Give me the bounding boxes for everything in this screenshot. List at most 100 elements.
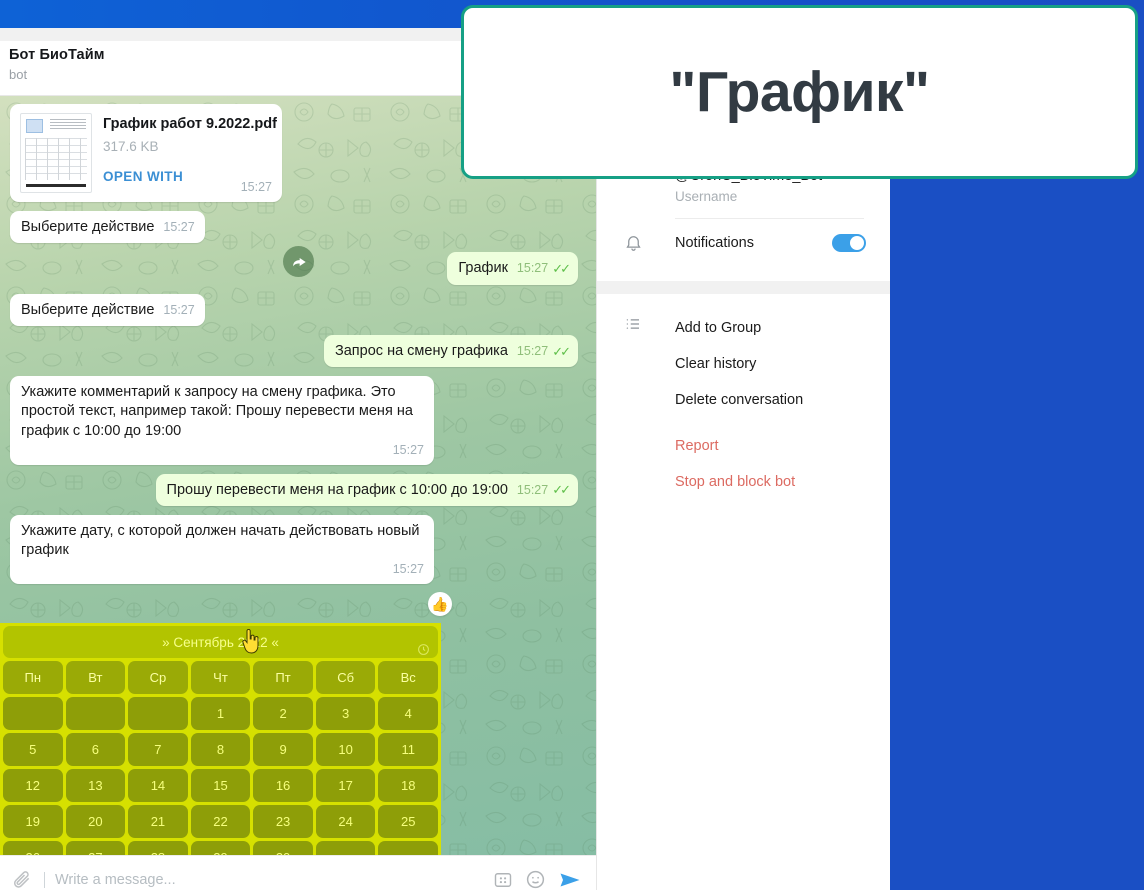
message-text: Выберите действие: [21, 219, 155, 235]
calendar-weekday: Ср: [128, 661, 188, 694]
forward-button[interactable]: [283, 246, 314, 277]
calendar-day[interactable]: 7: [128, 733, 188, 766]
message-row: Укажите дату, с которой должен начать де…: [10, 514, 586, 585]
message-row: Выберите действие 15:27: [10, 211, 586, 244]
screenshot-root: Бот БиоТайм bot График работ 9.2022.pdf …: [0, 0, 1144, 890]
calendar-day[interactable]: 8: [190, 733, 251, 766]
calendar-header[interactable]: » Сентябрь 2022 «: [3, 626, 438, 658]
calendar-day[interactable]: 16: [253, 769, 313, 802]
calendar-day[interactable]: 29: [190, 841, 251, 855]
calendar-day[interactable]: 6: [65, 733, 126, 766]
calendar-day[interactable]: 28: [128, 841, 188, 855]
calendar-keyboard[interactable]: » Сентябрь 2022 « Пн Вт Ср Чт Пт Сб Вс 1…: [0, 623, 441, 855]
calendar-day[interactable]: 25: [378, 805, 438, 838]
menu-item-report[interactable]: Report: [597, 428, 890, 464]
message-area[interactable]: График работ 9.2022.pdf 317.6 KB OPEN WI…: [0, 96, 596, 855]
message-row: Укажите комментарий к запросу на смену г…: [10, 376, 586, 465]
keyboard-icon[interactable]: [493, 870, 513, 890]
notifications-toggle[interactable]: [832, 234, 866, 252]
calendar-day[interactable]: 24: [315, 805, 376, 838]
calendar-day[interactable]: 26: [3, 841, 63, 855]
calendar-day[interactable]: 30: [253, 841, 313, 855]
username-label: Username: [675, 189, 738, 204]
message-meta: 15:27 ✓✓: [516, 260, 571, 277]
calendar-weekday: Сб: [315, 661, 376, 694]
message-text: Прошу перевести меня на график с 10:00 д…: [166, 481, 508, 498]
file-size: 317.6 KB: [103, 139, 159, 155]
message-meta: 15:27 ✓✓: [516, 481, 571, 498]
callout-overlay: "График": [461, 5, 1138, 179]
message-timestamp: 15:27: [163, 220, 195, 234]
calendar-weekday: Пт: [253, 661, 313, 694]
message-composer[interactable]: Write a message...: [0, 855, 596, 890]
menu-item-delete-conversation[interactable]: Delete conversation: [597, 382, 890, 418]
list-icon: [624, 315, 642, 338]
message-bubble-outgoing[interactable]: Запрос на смену графика 15:27 ✓✓: [323, 334, 578, 368]
message-bubble-incoming[interactable]: Выберите действие 15:27: [10, 211, 205, 244]
bell-icon: [623, 233, 643, 253]
calendar-day[interactable]: 20: [65, 805, 126, 838]
message-row: Запрос на смену графика 15:27 ✓✓: [10, 334, 586, 368]
calendar-day[interactable]: 2: [253, 697, 313, 730]
calendar-day[interactable]: 21: [128, 805, 188, 838]
message-input[interactable]: Write a message...: [44, 871, 481, 888]
calendar-day-blank: [3, 697, 63, 730]
calendar-day-blank: [315, 841, 376, 855]
message-bubble-incoming[interactable]: Укажите комментарий к запросу на смену г…: [10, 376, 434, 465]
calendar-day[interactable]: 15: [190, 769, 251, 802]
calendar-day-blank: [378, 841, 438, 855]
message-text: Запрос на смену графика: [334, 342, 508, 359]
calendar-weekday: Пн: [3, 661, 63, 694]
calendar-day[interactable]: 17: [315, 769, 376, 802]
calendar-day[interactable]: 13: [65, 769, 126, 802]
calendar-day[interactable]: 18: [378, 769, 438, 802]
calendar-day[interactable]: 5: [3, 733, 63, 766]
message-bubble-incoming[interactable]: Выберите действие 15:27: [10, 293, 205, 326]
message-text: Укажите дату, с которой должен начать де…: [21, 522, 420, 559]
calendar-day[interactable]: 22: [190, 805, 251, 838]
message-timestamp: 15:27: [240, 180, 272, 195]
calendar-day[interactable]: 23: [253, 805, 313, 838]
calendar-day-blank: [65, 697, 126, 730]
calendar-weekday: Вт: [65, 661, 126, 694]
calendar-day[interactable]: 12: [3, 769, 63, 802]
calendar-day[interactable]: 4: [378, 697, 438, 730]
file-message-bubble[interactable]: График работ 9.2022.pdf 317.6 KB OPEN WI…: [10, 104, 282, 202]
send-icon[interactable]: [558, 868, 582, 890]
calendar-weekday-row: Пн Вт Ср Чт Пт Сб Вс: [3, 661, 438, 694]
attach-icon[interactable]: [12, 870, 32, 890]
message-bubble-outgoing[interactable]: Прошу перевести меня на график с 10:00 д…: [155, 473, 578, 506]
message-reaction-badge[interactable]: 👍: [428, 592, 452, 616]
calendar-day[interactable]: 14: [128, 769, 188, 802]
calendar-day[interactable]: 10: [315, 733, 376, 766]
sidebar-gap: [597, 281, 890, 294]
callout-text: "График": [669, 60, 930, 124]
calendar-day[interactable]: 3: [315, 697, 376, 730]
notifications-row[interactable]: Notifications: [597, 219, 890, 267]
menu-item-clear-history[interactable]: Clear history: [597, 346, 890, 382]
calendar-day[interactable]: 11: [378, 733, 438, 766]
calendar-day[interactable]: 1: [190, 697, 251, 730]
message-meta: 15:27: [21, 442, 424, 459]
message-text: Выберите действие: [21, 301, 155, 318]
menu-item-stop-and-block-bot[interactable]: Stop and block bot: [597, 464, 890, 500]
calendar-day[interactable]: 19: [3, 805, 63, 838]
message-bubble-incoming[interactable]: Укажите дату, с которой должен начать де…: [10, 514, 434, 585]
calendar-day[interactable]: 27: [65, 841, 126, 855]
calendar-day[interactable]: 9: [253, 733, 313, 766]
calendar-days-grid: 1 2 3 4 5 6 7 8 9 10 11 12 13 14 15 16 1…: [3, 697, 438, 855]
clock-icon[interactable]: [417, 643, 430, 656]
message-bubble-outgoing[interactable]: График 15:27 ✓✓: [447, 252, 578, 285]
calendar-weekday: Вс: [378, 661, 438, 694]
sidebar-action-menu: Add to Group Clear history Delete conver…: [597, 294, 890, 500]
message-meta: 15:27 ✓✓: [516, 343, 571, 360]
read-receipt-icon: ✓✓: [552, 343, 571, 359]
message-timestamp: 15:27: [392, 562, 424, 577]
message-meta: 15:27: [21, 561, 424, 578]
message-timestamp: 15:27: [392, 442, 424, 457]
message-text: График: [458, 260, 508, 277]
message-timestamp: 15:27: [516, 482, 549, 497]
message-timestamp: 15:27: [516, 261, 549, 276]
message-timestamp: 15:27: [516, 343, 549, 358]
emoji-icon[interactable]: [525, 869, 546, 890]
